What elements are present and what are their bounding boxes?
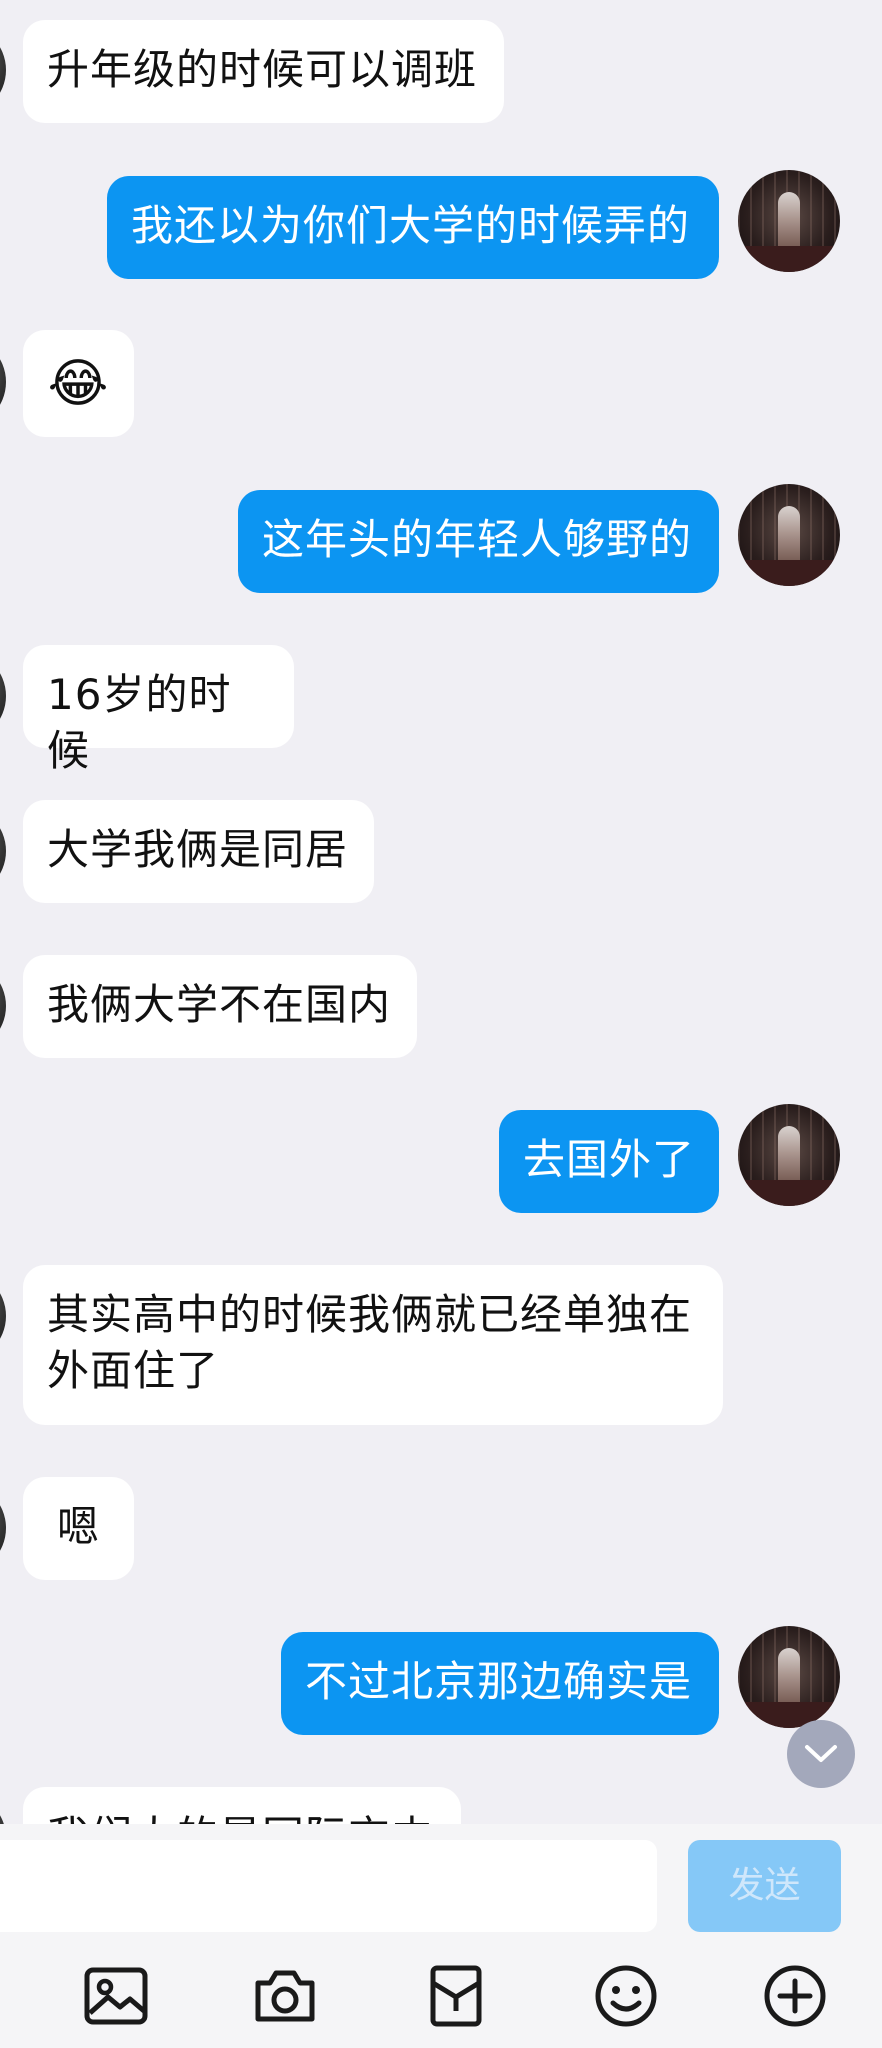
contact-avatar[interactable]: [0, 24, 6, 116]
image-button[interactable]: [80, 1960, 152, 2032]
message-input[interactable]: [0, 1840, 657, 1932]
incoming-message[interactable]: 我俩大学不在国内: [23, 955, 417, 1058]
outgoing-message[interactable]: 我还以为你们大学的时候弄的: [107, 176, 719, 279]
incoming-message[interactable]: 其实高中的时候我俩就已经单独在 外面住了: [23, 1265, 723, 1425]
incoming-message[interactable]: 升年级的时候可以调班: [23, 20, 504, 123]
my-avatar[interactable]: [738, 484, 840, 586]
chevron-down-icon: [805, 1745, 837, 1762]
tears-of-joy-emoji-icon: 😂: [47, 353, 110, 414]
incoming-message[interactable]: 😂: [23, 330, 134, 437]
outgoing-message[interactable]: 去国外了: [499, 1110, 719, 1213]
incoming-message[interactable]: 嗯: [23, 1477, 134, 1580]
emoji-button[interactable]: [590, 1960, 662, 2032]
contact-avatar[interactable]: [0, 1792, 6, 1824]
contact-avatar[interactable]: [0, 1270, 6, 1362]
scroll-to-bottom-button[interactable]: [787, 1720, 855, 1788]
emoji-icon: [595, 1965, 657, 2027]
chat-input-area: 发送: [0, 1824, 882, 2048]
camera-button[interactable]: [249, 1960, 321, 2032]
my-avatar[interactable]: [738, 170, 840, 272]
contact-avatar[interactable]: [0, 336, 6, 428]
contact-avatar[interactable]: [0, 960, 6, 1052]
camera-icon: [255, 1970, 315, 2022]
red-packet-icon: [430, 1965, 482, 2027]
incoming-message[interactable]: 我们大的是国际交中: [23, 1787, 461, 1824]
contact-avatar[interactable]: [0, 805, 6, 897]
image-icon: [84, 1967, 148, 2025]
more-button[interactable]: [759, 1960, 831, 2032]
incoming-message[interactable]: 16岁的时候: [23, 645, 294, 775]
my-avatar[interactable]: [738, 1626, 840, 1728]
incoming-message[interactable]: 大学我俩是同居: [23, 800, 374, 903]
red-packet-button[interactable]: [420, 1960, 492, 2032]
outgoing-message[interactable]: 这年头的年轻人够野的: [238, 490, 719, 593]
chat-message-list[interactable]: 升年级的时候可以调班 我还以为你们大学的时候弄的 😂 这年头的年轻人够野的 16…: [0, 0, 882, 1824]
contact-avatar[interactable]: [0, 1482, 6, 1574]
plus-icon: [764, 1965, 826, 2027]
outgoing-message[interactable]: 不过北京那边确实是: [281, 1632, 719, 1735]
send-button[interactable]: 发送: [688, 1840, 841, 1932]
contact-avatar[interactable]: [0, 650, 6, 742]
my-avatar[interactable]: [738, 1104, 840, 1206]
